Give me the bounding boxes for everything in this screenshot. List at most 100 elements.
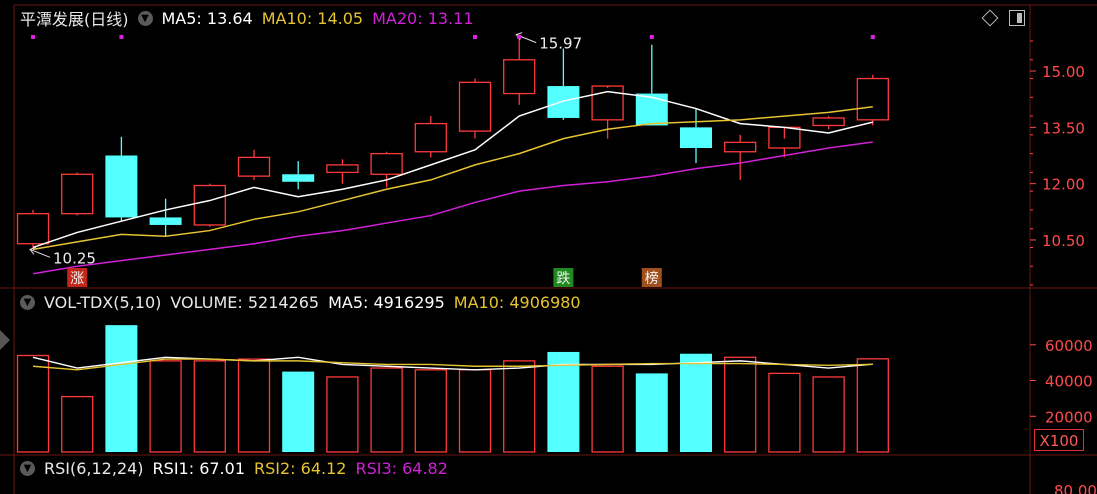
volume-bar[interactable] xyxy=(61,395,94,453)
candle-body xyxy=(237,156,271,177)
candle[interactable] xyxy=(547,48,580,120)
candle-body xyxy=(282,174,315,182)
candle[interactable] xyxy=(414,116,447,158)
candle[interactable] xyxy=(856,74,889,126)
ma-line-ma20 xyxy=(32,141,873,275)
volume-bar[interactable] xyxy=(680,353,712,452)
price-annotation: 15.97 xyxy=(515,32,582,53)
candle-body xyxy=(105,155,138,218)
candle-body xyxy=(414,122,447,153)
candle[interactable] xyxy=(105,136,138,222)
candle-body xyxy=(193,184,226,226)
volume-bar[interactable] xyxy=(856,358,889,453)
top-marker xyxy=(119,35,124,39)
top-marker xyxy=(649,35,654,39)
volume-bar[interactable] xyxy=(458,369,492,453)
y-axis: 15.00 13.50 12.00 10.50 60000 40000 20000 80.00 xyxy=(1030,40,1097,494)
vol-volume-value: VOLUME: 5214265 xyxy=(170,292,320,312)
candle-body xyxy=(61,173,94,215)
vol-y-tick-label: 40000 xyxy=(1045,373,1093,391)
candle[interactable] xyxy=(149,198,182,237)
candle-body xyxy=(503,59,536,95)
y-tick-label: 12.00 xyxy=(1042,176,1085,194)
price-annotation: 10.25 xyxy=(29,246,96,267)
chart-canvas[interactable]: 15.97 10.25 涨 跌 榜 15.00 13.50 12.00 10.50 60000 4… xyxy=(0,0,1097,494)
event-tag[interactable]: 涨 xyxy=(67,268,88,287)
candle-body xyxy=(547,86,580,118)
vol-y-tick-label: 60000 xyxy=(1045,337,1093,355)
volume-bar[interactable] xyxy=(326,376,359,453)
volume-bar[interactable] xyxy=(370,367,403,453)
candle[interactable] xyxy=(812,116,845,130)
volume-bar[interactable] xyxy=(547,351,580,452)
volume-bar[interactable] xyxy=(635,373,668,452)
panel-icon[interactable] xyxy=(1009,10,1025,26)
top-marker xyxy=(31,35,35,39)
candle[interactable] xyxy=(282,161,315,190)
volume-bar[interactable] xyxy=(768,372,801,453)
event-tag[interactable]: 榜 xyxy=(641,268,662,287)
chevron-down-icon[interactable]: ▼ xyxy=(20,460,35,476)
candle-body xyxy=(370,152,403,175)
rsi-indicator-name: RSI(6,12,24) xyxy=(44,458,144,478)
vol-ma10-legend: MA10: 4906980 xyxy=(453,292,581,312)
volume-bar[interactable] xyxy=(724,356,757,453)
candle[interactable] xyxy=(237,149,271,180)
top-marker xyxy=(517,35,522,39)
y-tick-label: 10.50 xyxy=(1042,232,1085,250)
volume-chart[interactable] xyxy=(16,325,889,453)
event-tag-label: 涨 xyxy=(70,271,84,287)
candle-body xyxy=(812,117,845,127)
candle-body xyxy=(635,93,668,126)
candle-body xyxy=(16,213,50,245)
price-chart[interactable]: 15.97 10.25 涨 跌 榜 xyxy=(16,32,889,287)
candle-body xyxy=(326,164,359,174)
volume-bar[interactable] xyxy=(16,354,50,453)
vol-ma5-legend: MA5: 4916295 xyxy=(328,292,445,312)
volume-unit-badge[interactable]: X100 xyxy=(1034,429,1084,451)
vol-y-tick-label: 20000 xyxy=(1045,408,1093,426)
rsi3-legend: RSI3: 64.82 xyxy=(355,458,448,478)
volume-bar[interactable] xyxy=(149,360,182,453)
chevron-down-icon[interactable]: ▼ xyxy=(20,294,35,310)
candle[interactable] xyxy=(458,78,492,139)
volume-bar[interactable] xyxy=(237,358,271,453)
candle[interactable] xyxy=(503,34,536,105)
ma20-legend: MA20: 13.11 xyxy=(372,8,474,28)
annotation-label: 15.97 xyxy=(539,35,582,53)
y-tick-label: 13.50 xyxy=(1042,119,1085,137)
candle[interactable] xyxy=(326,159,359,184)
chevron-down-icon[interactable]: ▼ xyxy=(137,10,153,26)
rsi1-legend: RSI1: 67.01 xyxy=(152,458,245,478)
top-marker xyxy=(473,35,477,39)
volume-bar[interactable] xyxy=(414,369,447,453)
candle[interactable] xyxy=(768,126,801,158)
volume-bar[interactable] xyxy=(282,371,315,452)
volume-bar[interactable] xyxy=(503,360,536,453)
event-tag-label: 榜 xyxy=(645,270,659,287)
candle[interactable] xyxy=(193,183,226,227)
event-tag[interactable]: 跌 xyxy=(553,268,574,287)
volume-bar[interactable] xyxy=(591,365,624,453)
collapse-arrow-icon[interactable] xyxy=(0,330,10,350)
volume-bar[interactable] xyxy=(812,376,845,453)
candle[interactable] xyxy=(680,108,712,164)
ma10-legend: MA10: 14.05 xyxy=(261,8,364,28)
candle[interactable] xyxy=(724,134,757,180)
candle[interactable] xyxy=(635,44,668,126)
candle-body xyxy=(724,141,757,153)
event-tag-label: 跌 xyxy=(556,271,570,287)
candle-body xyxy=(680,127,712,148)
candle[interactable] xyxy=(61,172,94,216)
candle-body xyxy=(458,81,492,132)
ma5-legend: MA5: 13.64 xyxy=(161,8,253,28)
stock-title: 平潭发展(日线) xyxy=(20,10,129,29)
volume-bar[interactable] xyxy=(105,325,138,452)
candle-body xyxy=(149,217,182,225)
y-tick-label: 15.00 xyxy=(1042,63,1085,81)
volume-header: ▼ VOL-TDX(5,10) VOLUME: 5214265 MA5: 491… xyxy=(20,290,590,314)
ma-line-ma10 xyxy=(32,105,873,251)
price-header: 平潭发展(日线) ▼ MA5: 13.64 MA10: 14.05 MA20: … xyxy=(20,6,483,30)
volume-bar[interactable] xyxy=(193,360,226,453)
rsi-header: ▼ RSI(6,12,24) RSI1: 67.01 RSI2: 64.12 R… xyxy=(20,456,457,480)
